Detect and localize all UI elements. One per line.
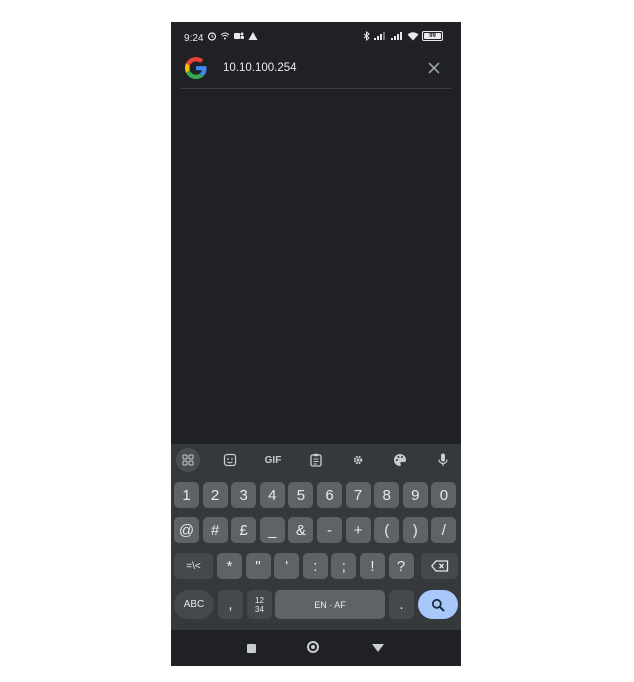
search-query-input[interactable]: 10.10.100.254 [223,62,297,74]
wifi-icon [407,32,419,41]
key-3[interactable]: 3 [231,482,257,508]
recents-button[interactable] [247,644,256,653]
key-4[interactable]: 4 [259,482,285,508]
key-0[interactable]: 0 [431,482,457,508]
key-symbol2-4[interactable]: ; [331,553,357,579]
sticker-icon[interactable] [218,448,242,472]
signal-icon-1 [374,32,385,40]
backspace-key[interactable] [421,553,458,579]
search-icon [431,598,445,611]
key-symbol-9[interactable]: / [431,517,457,543]
back-button[interactable] [371,643,385,653]
search-divider [181,88,451,89]
key-symbol2-0[interactable]: * [217,553,242,579]
space-key[interactable]: EN · AF [275,590,385,619]
google-logo-icon [185,57,207,79]
key-symbol2-3[interactable]: : [302,553,328,579]
warning-icon [248,32,258,40]
key-8[interactable]: 8 [374,482,400,508]
key-symbol-0[interactable]: @ [174,517,199,543]
key-symbol-2[interactable]: £ [231,517,257,543]
key-symbol-7[interactable]: ( [374,517,400,543]
key-7[interactable]: 7 [345,482,371,508]
gif-button[interactable]: GIF [261,448,285,472]
numpad-bottom: 34 [255,604,264,614]
apps-grid-icon[interactable] [176,448,200,472]
clear-icon[interactable] [425,59,443,77]
battery-icon: 99 [422,31,443,41]
status-time: 9:24 [184,33,204,44]
key-1[interactable]: 1 [174,482,199,508]
clipboard-icon[interactable] [304,448,328,472]
numpad-key[interactable]: 12 34 [247,590,272,619]
search-bar [171,56,461,90]
phone-screen: 9:24 99 10.10.100.254 GIF 1 2 3 4 5 6 7 … [171,22,461,666]
keyboard: GIF 1 2 3 4 5 6 7 8 9 0 @ # £ _ & - +() / =\< * " ':;!? ABC, 12… [171,444,461,630]
bluetooth-icon [363,31,370,41]
alarm-icon [207,32,217,41]
microphone-icon[interactable] [431,448,455,472]
key-symbol-3[interactable]: _ [259,517,285,543]
key-symbol-6[interactable]: + [345,517,371,543]
key-9[interactable]: 9 [402,482,428,508]
theme-palette-icon[interactable] [388,448,412,472]
teams-icon [234,32,244,39]
key-5[interactable]: 5 [288,482,314,508]
key-symbol-5[interactable]: - [317,517,342,543]
settings-gear-icon[interactable] [346,448,370,472]
home-button[interactable] [307,641,319,653]
period-key[interactable]: . [389,590,414,619]
comma-key[interactable]: , [218,590,243,619]
status-bar: 9:24 99 [171,22,461,56]
search-key[interactable] [418,590,458,619]
key-more-symbols[interactable]: =\< [174,553,213,579]
numpad-top: 12 [255,595,264,605]
key-2[interactable]: 2 [202,482,228,508]
signal-icon-2 [391,32,402,40]
abc-key[interactable]: ABC [174,590,214,619]
key-symbol2-1[interactable]: " [245,553,271,579]
battery-level: 99 [429,33,436,39]
status-right-icons: 99 [363,31,443,41]
navigation-bar [171,630,461,666]
key-symbol2-2[interactable]: ' [274,553,300,579]
key-symbol-1[interactable]: # [202,517,228,543]
key-symbol2-5[interactable]: ! [360,553,385,579]
backspace-icon [430,560,448,572]
key-symbol-4[interactable]: & [288,517,314,543]
wifi-call-icon [220,32,230,40]
key-6[interactable]: 6 [317,482,342,508]
key-symbol-8[interactable]: ) [402,517,428,543]
keyboard-toolbar: GIF [171,444,461,476]
key-symbol2-6[interactable]: ? [388,553,414,579]
status-left-icons [207,31,258,41]
